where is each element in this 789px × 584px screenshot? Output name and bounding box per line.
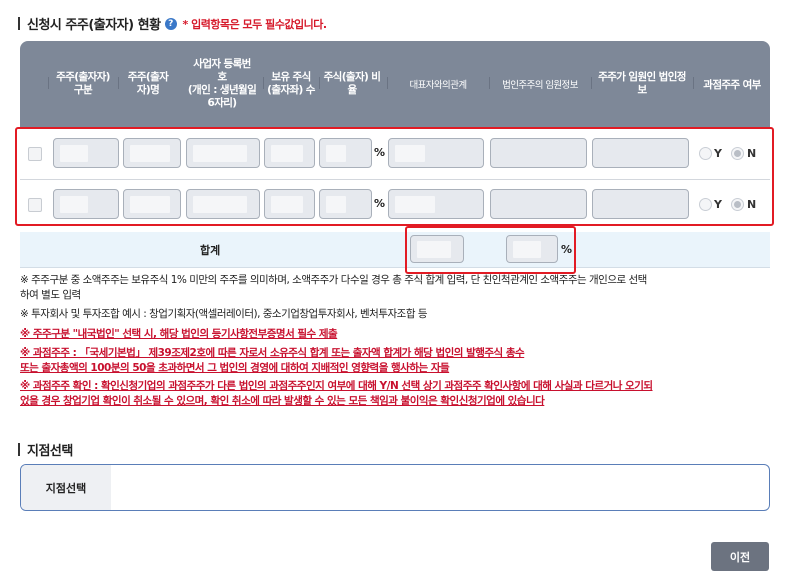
header-sep bbox=[48, 77, 49, 89]
note-domestic-corp: ※ 주주구분 "내국법인" 선택 시, 해당 법인의 등기사항전부증명서 필수 … bbox=[20, 328, 338, 340]
table-header: 주주(출자자) 구분 주주(출자 자)명 사업자 등록번 호 (개인 : 생년월… bbox=[20, 41, 770, 127]
shareholders-title: 신청시 주주(출자자) 현황 bbox=[27, 18, 161, 33]
total-label: 합계 bbox=[200, 244, 221, 257]
note-investment: ※ 투자회사 및 투자조합 예시 : 창업기획자(액셀러레이터), 중소기업창업… bbox=[20, 308, 427, 320]
branch-select[interactable] bbox=[111, 465, 769, 510]
branch-title: 지점선택 bbox=[27, 444, 73, 459]
header-type: 주주(출자자) 구분 bbox=[56, 71, 110, 96]
note-major-definition: ※ 과점주주 : 「국세기본법」 제39조제2호에 따른 자로서 소유주식 합계… bbox=[20, 347, 525, 374]
note-minority: ※ 주주구분 중 소액주주는 보유주식 1% 미만의 주주를 의미하며, 소액주… bbox=[20, 274, 647, 301]
section-title-branch: 지점선택 bbox=[18, 440, 73, 459]
header-shares: 보유 주식 (출자좌) 수 bbox=[267, 71, 315, 96]
header-ratio: 주식(출자) 비 율 bbox=[323, 71, 381, 96]
header-sep bbox=[387, 77, 388, 89]
header-sep bbox=[591, 77, 592, 89]
branch-select-row: 지점선택 bbox=[20, 464, 770, 511]
header-sep bbox=[693, 77, 694, 89]
header-sep bbox=[489, 77, 490, 89]
header-sep bbox=[118, 77, 119, 89]
header-relation: 대표자와의관계 bbox=[409, 79, 468, 91]
highlight-total-box bbox=[405, 226, 576, 274]
highlight-rows-box bbox=[15, 127, 774, 226]
header-corp-officer-of: 주주가 임원인 법인정 보 bbox=[598, 71, 686, 96]
header-sep bbox=[319, 77, 320, 89]
section-title-shareholders: 신청시 주주(출자자) 현황 ? * 입력항목은 모두 필수값입니다. bbox=[18, 14, 327, 33]
required-note: * 입력항목은 모두 필수값입니다. bbox=[182, 17, 327, 31]
header-major: 과점주주 여부 bbox=[703, 78, 761, 91]
header-sep bbox=[263, 77, 264, 89]
header-corp-officer: 법인주주의 임원정보 bbox=[502, 79, 578, 91]
title-bar bbox=[18, 443, 20, 456]
total-row: 합계 % bbox=[20, 232, 770, 268]
header-name: 주주(출자 자)명 bbox=[127, 71, 169, 96]
note-major-confirm: ※ 과점주주 확인 : 확인신청기업의 과점주주가 다른 법인의 과점주주인지 … bbox=[20, 380, 653, 407]
title-bar bbox=[18, 17, 20, 30]
branch-field-label: 지점선택 bbox=[21, 465, 111, 510]
question-circle-icon[interactable]: ? bbox=[164, 17, 177, 30]
header-regno: 사업자 등록번 호 (개인 : 생년월일 6자리) bbox=[187, 58, 257, 109]
prev-button[interactable]: 이전 bbox=[711, 542, 769, 571]
